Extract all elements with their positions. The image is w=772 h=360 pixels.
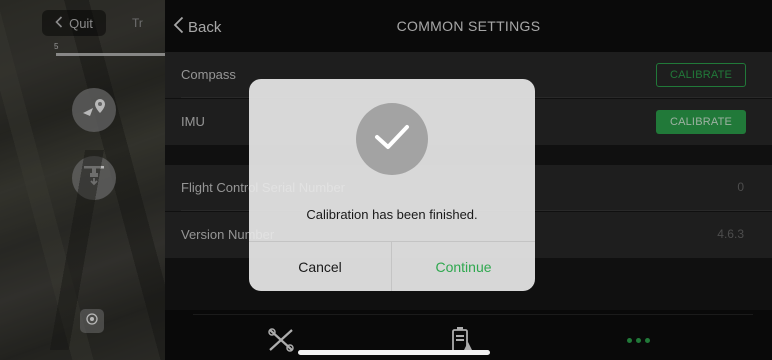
calibration-dialog: Calibration has been finished. Cancel Co… <box>249 79 535 291</box>
app-root: Quit Tr 5 Back COMMON SETTINGS Compass C… <box>0 0 772 360</box>
dialog-message: Calibration has been finished. <box>306 207 478 222</box>
cancel-button[interactable]: Cancel <box>249 242 391 291</box>
home-indicator[interactable] <box>298 350 490 355</box>
continue-button[interactable]: Continue <box>392 242 535 291</box>
checkmark-icon <box>372 122 412 157</box>
success-badge <box>356 103 428 175</box>
